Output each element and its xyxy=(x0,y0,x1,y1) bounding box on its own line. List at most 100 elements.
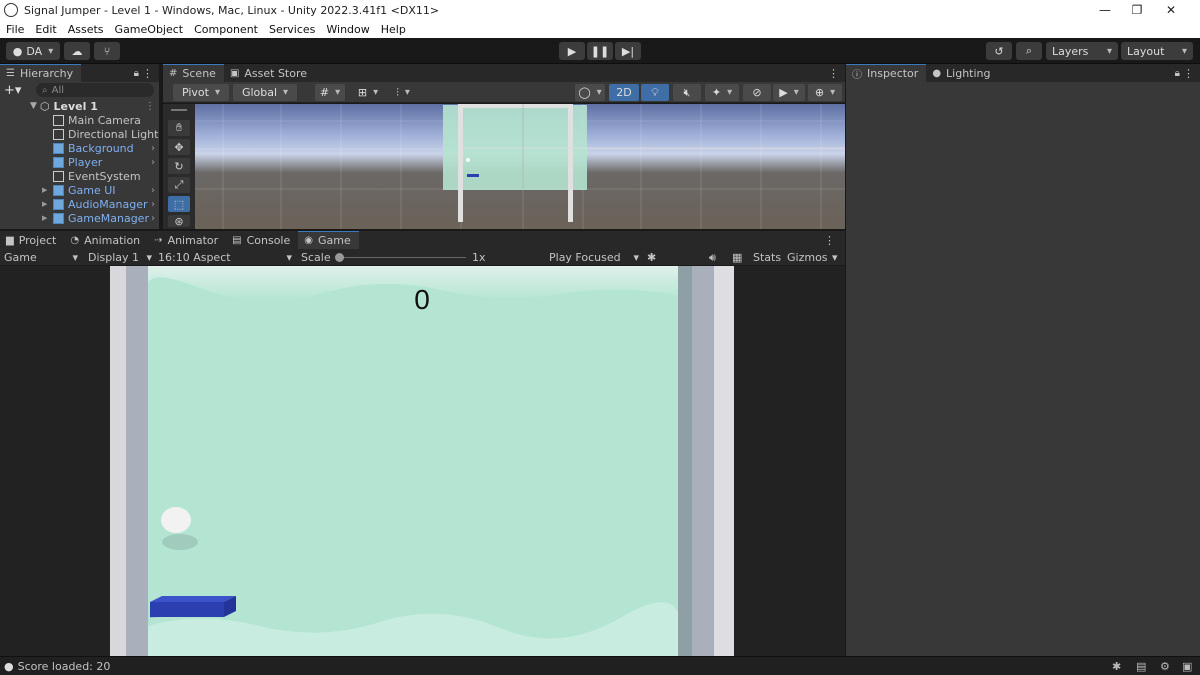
scale-slider-handle[interactable] xyxy=(335,253,344,262)
collab-button[interactable]: ⑂ xyxy=(94,42,120,60)
tab-asset-store[interactable]: ▣ Asset Store xyxy=(224,64,315,82)
more-icon[interactable]: ⋮ xyxy=(828,67,839,80)
chevron-right-icon[interactable]: › xyxy=(151,185,155,196)
tab-lighting[interactable]: ● Lighting xyxy=(926,64,998,82)
aspect-dropdown[interactable]: 16:10 Aspect ▾ xyxy=(158,249,292,266)
chevron-down-icon[interactable]: ▾ xyxy=(832,249,838,266)
transform-tool[interactable]: ⊛ xyxy=(168,215,190,228)
expand-arrow-icon[interactable]: ▶ xyxy=(42,200,47,208)
grid-snap-dropdown[interactable]: # xyxy=(315,84,345,101)
gameobject-cube-icon xyxy=(53,114,64,126)
scale-slider-track[interactable] xyxy=(336,257,466,258)
lighting-toggle-button[interactable]: 💡︎ xyxy=(641,84,669,101)
lock-icon[interactable]: 🔒︎ xyxy=(134,68,139,79)
gizmos-button[interactable]: Gizmos xyxy=(787,249,828,266)
chevron-right-icon[interactable]: › xyxy=(151,199,155,210)
tab-animator[interactable]: ⇢ Animator xyxy=(148,231,226,249)
play-focused-dropdown[interactable]: Play Focused ▾ xyxy=(549,249,639,266)
cache-icon[interactable]: ▤ xyxy=(1136,660,1146,673)
audio-toggle-button[interactable]: 🔇︎ xyxy=(673,84,701,101)
menu-component[interactable]: Component xyxy=(188,23,263,36)
lock-icon[interactable]: 🔒︎ xyxy=(1175,68,1180,79)
tab-project[interactable]: ▆ Project xyxy=(0,231,64,249)
chevron-right-icon[interactable]: › xyxy=(151,143,155,154)
hierarchy-item[interactable]: ▶ GameManager › xyxy=(42,211,159,225)
pause-button[interactable]: ❚❚ xyxy=(587,42,613,60)
more-icon[interactable]: ⋮ xyxy=(824,234,835,247)
search-icon: ⌕ xyxy=(1025,44,1033,57)
store-icon: ▣ xyxy=(229,67,240,79)
hierarchy-item[interactable]: Background › xyxy=(42,141,159,155)
close-button[interactable]: ✕ xyxy=(1148,0,1194,20)
status-message[interactable]: Score loaded: 20 xyxy=(18,660,111,673)
increment-snap-dropdown[interactable]: ⊞ xyxy=(353,84,383,101)
shading-mode-dropdown[interactable]: ◯ xyxy=(575,84,605,101)
game-mode-dropdown[interactable]: Game ▾ xyxy=(4,249,78,266)
cloud-button[interactable]: ☁ xyxy=(64,42,90,60)
search-button[interactable]: ⌕ xyxy=(1016,42,1042,60)
more-icon[interactable]: ⋮ xyxy=(142,67,153,80)
align-dropdown[interactable]: ⫶ xyxy=(387,84,419,101)
layout-dropdown[interactable]: Layout xyxy=(1121,42,1193,60)
folder-icon: ▆ xyxy=(6,234,14,246)
move-icon: ✥ xyxy=(174,140,184,154)
more-icon[interactable]: ⋮ xyxy=(1183,67,1194,80)
hierarchy-item[interactable]: Directional Light xyxy=(42,127,159,141)
menu-window[interactable]: Window xyxy=(320,23,374,36)
global-dropdown[interactable]: Global xyxy=(233,84,297,101)
rect-tool[interactable]: ⬚ xyxy=(168,196,190,212)
speaker-icon[interactable]: 🔊︎ xyxy=(709,249,716,266)
menu-file[interactable]: File xyxy=(0,23,29,36)
layers-dropdown[interactable]: Layers xyxy=(1046,42,1118,60)
settings-icon[interactable]: ▣ xyxy=(1182,660,1192,673)
camera-dropdown[interactable]: ▶ xyxy=(773,84,805,101)
tab-console[interactable]: ▤ Console xyxy=(226,231,298,249)
menu-help[interactable]: Help xyxy=(375,23,411,36)
expand-arrow-icon[interactable]: ▶ xyxy=(42,186,47,194)
keyboard-icon[interactable]: ▦ xyxy=(732,249,742,266)
hierarchy-search-input[interactable]: ⌕ All xyxy=(36,83,154,97)
expand-arrow-icon[interactable]: ▶ xyxy=(42,214,47,222)
chevron-right-icon[interactable]: › xyxy=(151,213,155,224)
chevron-right-icon[interactable]: › xyxy=(151,157,155,168)
move-tool[interactable]: ✥ xyxy=(168,139,190,155)
menu-gameobject[interactable]: GameObject xyxy=(109,23,189,36)
menu-edit[interactable]: Edit xyxy=(29,23,61,36)
history-button[interactable]: ↺ xyxy=(986,42,1012,60)
tab-animation[interactable]: ◔ Animation xyxy=(64,231,148,249)
tab-scene[interactable]: # Scene xyxy=(163,64,224,82)
bug-icon[interactable]: ✱ xyxy=(1112,660,1121,673)
hierarchy-item[interactable]: EventSystem xyxy=(42,169,159,183)
toggle-2d-button[interactable]: 2D xyxy=(609,84,639,101)
menu-services[interactable]: Services xyxy=(263,23,320,36)
effects-dropdown[interactable]: ✦ xyxy=(705,84,739,101)
scene-row[interactable]: ▼ ⬡ Level 1 ⋮ xyxy=(30,99,159,113)
hierarchy-item[interactable]: Player › xyxy=(42,155,159,169)
hierarchy-item[interactable]: ▶ AudioManager › xyxy=(42,197,159,211)
light-bulb-icon: ● xyxy=(932,67,942,79)
stats-button[interactable]: Stats xyxy=(753,249,781,266)
scale-tool[interactable]: ⤢ xyxy=(168,177,190,193)
pivot-dropdown[interactable]: Pivot xyxy=(173,84,229,101)
scene-viewport[interactable] xyxy=(163,104,845,229)
hierarchy-item[interactable]: ▶ Game UI › xyxy=(42,183,159,197)
hierarchy-item[interactable]: Main Camera xyxy=(42,113,159,127)
step-button[interactable]: ▶| xyxy=(615,42,641,60)
visibility-toggle-button[interactable]: ⊘ xyxy=(743,84,771,101)
gizmos-scene-dropdown[interactable]: ⊕ xyxy=(808,84,842,101)
play-button[interactable]: ▶ xyxy=(559,42,585,60)
more-icon[interactable]: ⋮ xyxy=(145,101,155,112)
tab-hierarchy[interactable]: ☰ Hierarchy xyxy=(0,64,82,82)
tab-inspector[interactable]: ⓘ Inspector xyxy=(846,64,927,82)
rotate-tool[interactable]: ↻ xyxy=(168,158,190,174)
add-icon[interactable]: +▾ xyxy=(4,83,21,98)
bug-icon[interactable]: ✱ xyxy=(647,249,656,266)
game-viewport[interactable]: 0 xyxy=(0,266,845,656)
account-dropdown[interactable]: ● DA xyxy=(6,42,60,60)
drag-handle-icon[interactable] xyxy=(171,109,187,111)
hand-tool[interactable]: ✋︎ xyxy=(168,120,190,136)
menu-assets[interactable]: Assets xyxy=(62,23,109,36)
display-dropdown[interactable]: Display 1 ▾ xyxy=(88,249,152,266)
tab-game[interactable]: ◉ Game xyxy=(298,231,359,249)
lighting-build-icon[interactable]: ⚙ xyxy=(1160,660,1170,673)
